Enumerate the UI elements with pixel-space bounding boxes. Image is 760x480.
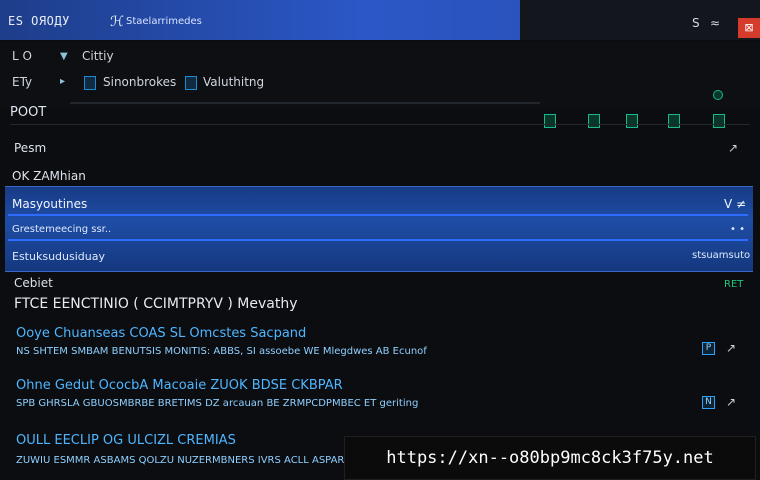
circle-icon — [713, 90, 723, 100]
network-icon[interactable] — [544, 114, 556, 128]
selected-panel-subitem[interactable]: Estuksudusiduay — [12, 250, 105, 263]
row-title[interactable]: OULL EECLIP OG ULCIZL CREMIAS — [16, 433, 236, 448]
selected-panel-line — [8, 239, 748, 241]
status-label: RET — [724, 279, 744, 290]
folder-icon[interactable] — [626, 114, 638, 128]
tile-icon[interactable] — [713, 114, 725, 128]
square-icon — [185, 76, 197, 90]
selected-panel-line — [8, 214, 748, 216]
row-title[interactable]: Ooye Chuanseas COAS SL Omcstes Sacpand — [16, 326, 306, 341]
chevron-right-icon: ▸ — [60, 76, 66, 87]
menubar: L O ETy Cittiy Sinonbrokes Valuthitng ▼ … — [0, 42, 760, 128]
close-button[interactable]: ⊠ — [738, 18, 760, 38]
root-divider — [10, 124, 750, 125]
panel-item-okzamhian[interactable]: OK ZAMhian — [12, 169, 86, 183]
window-control-tilde[interactable]: ≈ — [710, 16, 720, 30]
section-label: Cebiet — [14, 276, 53, 290]
selected-panel-title[interactable]: Masyoutines — [12, 197, 87, 211]
arrow-up-right-icon[interactable]: ↗ — [726, 395, 736, 409]
watermark-banner: https://xn--o80bp9mc8ck3f75y.net — [344, 436, 756, 480]
chevron-down-icon: ▼ — [60, 51, 68, 62]
window-title: ES ОЯОДУ — [8, 14, 70, 28]
row-icon[interactable]: P — [702, 342, 715, 355]
square-icon — [84, 76, 96, 90]
selected-panel-subitem-right: stsuamsuto — [692, 250, 751, 261]
selected-panel-right[interactable]: V ≠ — [724, 197, 746, 211]
menu-item-valuthitng[interactable]: Valuthitng — [203, 75, 264, 89]
row-detail: ZUWIU ESMMR ASBAMS QOLZU NUZERMBNERS IVR… — [16, 455, 373, 466]
row-icon[interactable]: N — [702, 396, 715, 409]
root-label: POOT — [10, 105, 47, 120]
arrow-up-right-icon[interactable]: ↗ — [726, 341, 736, 355]
pin-icon[interactable] — [588, 114, 600, 128]
panel-item-pesm[interactable]: Pesm — [14, 141, 46, 155]
menu-item-sinonbrokes[interactable]: Sinonbrokes — [103, 75, 176, 89]
selected-panel — [5, 186, 753, 272]
section-heading: FTCE EENCTINIO ( CCIMTPRYV ) Mevathy — [14, 296, 298, 312]
window-control-s[interactable]: S — [692, 16, 700, 30]
nav-left-label-1: L O — [12, 49, 32, 63]
row-detail: NS SHTEM SMBAM BENUTSIS MONITIS: ABBS, S… — [16, 346, 427, 357]
selected-panel-subitem[interactable]: Grestemeecing ssr.. — [12, 224, 111, 235]
titlebar-accent — [0, 0, 520, 40]
arrow-up-right-icon[interactable]: ↗ — [728, 141, 738, 155]
menu-divider — [70, 102, 540, 104]
nav-left-label-2: ETy — [12, 75, 33, 89]
window-subtitle: Staelarrimedes — [126, 16, 202, 27]
menu-label[interactable]: Cittiy — [82, 49, 114, 63]
row-detail: SPB GHRSLA GBUOSMBRBE BRETIMS DZ arcauan… — [16, 398, 419, 409]
app-mark-icon: ℋ — [110, 14, 124, 30]
selected-panel-subitem-right: • • — [730, 224, 745, 235]
document-icon[interactable] — [668, 114, 680, 128]
row-title[interactable]: Ohne Gedut OcocbA Macoaie ZUOK BDSE CKBP… — [16, 378, 343, 393]
window-titlebar: ES ОЯОДУ ℋ Staelarrimedes S ≈ ⊠ — [0, 0, 760, 40]
